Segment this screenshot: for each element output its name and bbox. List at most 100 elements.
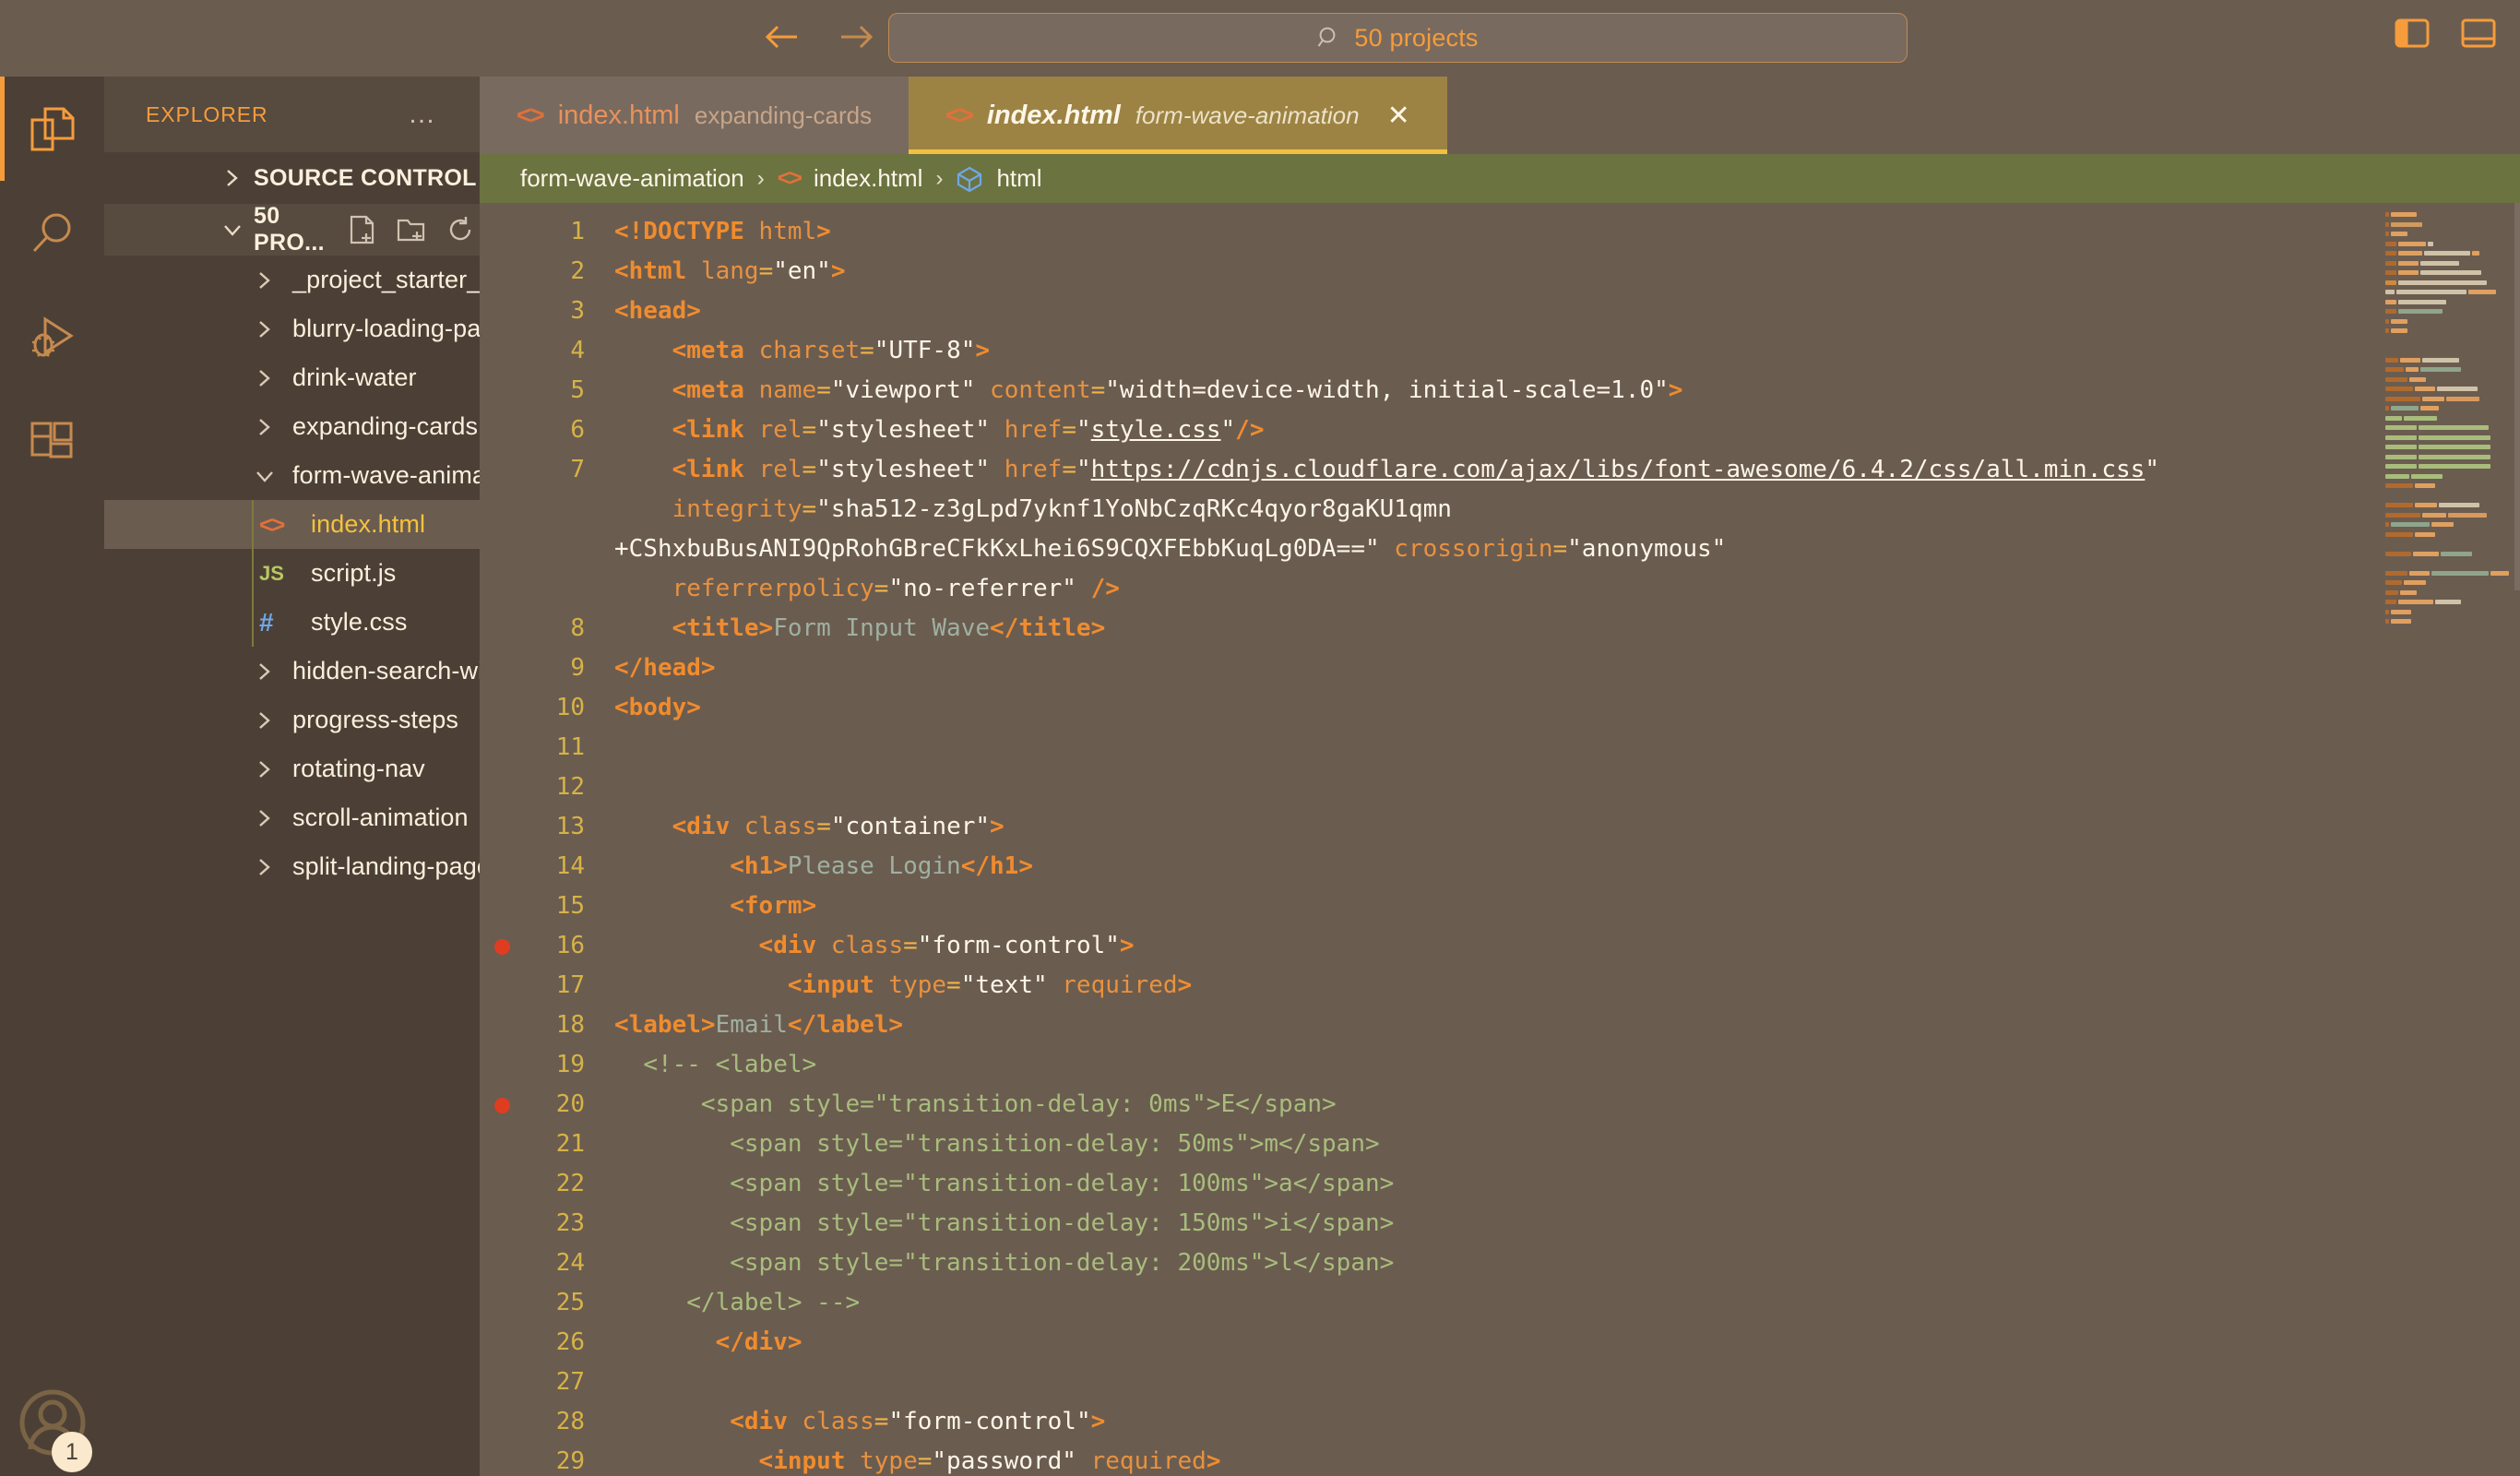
code-line[interactable]: 11 (480, 728, 2520, 768)
code-line[interactable]: 7 <link rel="stylesheet" href="https://c… (480, 450, 2520, 609)
minimap-segment (2420, 270, 2481, 275)
activity-item-run-and-debug[interactable] (0, 285, 104, 389)
activity-item-search[interactable] (0, 181, 104, 285)
breakpoint-marker[interactable] (494, 1098, 510, 1113)
chevron-right-icon (259, 320, 270, 338)
code-line[interactable]: 3 <head> (480, 292, 2520, 331)
editor-scrollbar[interactable] (2514, 203, 2520, 590)
breadcrumb-item-symbol[interactable]: html (996, 164, 1041, 193)
activity-item-explorer[interactable] (0, 77, 104, 181)
code-line[interactable]: 1 <!DOCTYPE html> (480, 212, 2520, 252)
code-line[interactable]: 29 <input type="password" required> (480, 1442, 2520, 1476)
section-source-control[interactable]: SOURCE CONTROL (104, 152, 480, 204)
tree-folder[interactable]: expanding-cards (104, 402, 480, 451)
tree-file[interactable]: # style.css (104, 598, 480, 647)
code-line[interactable]: 13 <div class="container"> (480, 807, 2520, 847)
code-line[interactable]: 4 <meta charset="UTF-8"> (480, 331, 2520, 371)
minimap-segment (2385, 357, 2398, 363)
tab-index-html-form-wave-animation[interactable]: <> index.html form-wave-animation ✕ (909, 77, 1447, 154)
code-line[interactable]: 14 <h1>Please Login</h1> (480, 847, 2520, 887)
code-line[interactable]: 19 <!-- <label> (480, 1045, 2520, 1085)
tree-folder[interactable]: split-landing-page (104, 842, 491, 891)
chevron-right-icon (259, 711, 270, 729)
code-line[interactable]: 28 <div class="form-control"> (480, 1402, 2520, 1442)
code-line[interactable]: 8 <title>Form Input Wave</title> (480, 609, 2520, 649)
code-line[interactable]: 20 <span style="transition-delay: 0ms">E… (480, 1085, 2520, 1125)
tree-folder[interactable]: drink-water (104, 353, 480, 402)
code-line[interactable]: 9 </head> (480, 649, 2520, 688)
code-line[interactable]: 18 <label>Email</label> (480, 1006, 2520, 1045)
code-token-str: "form-control" (917, 932, 1120, 959)
code-line[interactable]: 10 <body> (480, 688, 2520, 728)
code-editor[interactable]: 1 <!DOCTYPE html> 2 <html lang="en"> 3 <head>… (480, 203, 2520, 1476)
minimap-segment (2385, 580, 2402, 585)
code-line[interactable]: 27 (480, 1363, 2520, 1402)
code-line[interactable]: 24 <span style="transition-delay: 200ms"… (480, 1244, 2520, 1283)
code-line[interactable]: 6 <link rel="stylesheet" href="style.css… (480, 411, 2520, 450)
breadcrumb-item-folder[interactable]: form-wave-animation (520, 164, 744, 193)
minimap-line (2380, 530, 2520, 539)
tree-folder[interactable]: rotating-nav (104, 744, 480, 793)
tree-folder[interactable]: form-wave-animation (104, 451, 527, 500)
new-folder-icon[interactable] (397, 215, 426, 244)
code-token-punct: = (917, 1447, 933, 1475)
code-line[interactable]: 12 (480, 768, 2520, 807)
command-center-search[interactable]: 50 projects (888, 13, 1908, 63)
code-line[interactable]: 26 </div> (480, 1323, 2520, 1363)
search-input[interactable]: 50 projects (1354, 24, 1478, 53)
breadcrumb-item-file[interactable]: index.html (814, 164, 923, 193)
code-token-attr: class (743, 813, 817, 840)
code-line[interactable]: 22 <span style="transition-delay: 100ms"… (480, 1164, 2520, 1204)
tree-folder[interactable]: _project_starter_ (104, 256, 481, 304)
code-token-tag: <div (730, 1408, 788, 1435)
code-line[interactable]: 25 </label> --> (480, 1283, 2520, 1323)
activity-item-extensions[interactable] (0, 389, 104, 494)
code-line[interactable]: 16 <div class="form-control"> (480, 926, 2520, 966)
refresh-icon[interactable] (446, 215, 474, 244)
more-actions-icon[interactable]: … (408, 101, 437, 128)
code-line[interactable]: 17 <input type="text" required> (480, 966, 2520, 1006)
tree-folder[interactable]: hidden-search-widget (104, 647, 532, 696)
tab-index-html-expanding-cards[interactable]: <> index.html expanding-cards (480, 77, 909, 154)
code-text: <span style="transition-delay: 0ms">E</s… (601, 1085, 2520, 1125)
code-line[interactable]: 15 <form> (480, 887, 2520, 926)
tree-folder[interactable]: progress-steps (104, 696, 480, 744)
code-token-punct: = (860, 337, 874, 364)
activity-bar: 1 (0, 77, 104, 1476)
code-token-lnk: style.css (1090, 416, 1221, 444)
arrow-right-icon[interactable] (836, 18, 876, 55)
minimap-segment (2385, 551, 2411, 556)
code-token-txt: Please Login (787, 852, 961, 880)
new-file-icon[interactable] (349, 215, 376, 244)
minimap-segment (2385, 522, 2389, 527)
code-line[interactable]: 5 <meta name="viewport" content="width=d… (480, 371, 2520, 411)
tree-folder[interactable]: blurry-loading-page (104, 304, 508, 353)
minimap-segment (2431, 522, 2454, 527)
tree-folder[interactable]: scroll-animation (104, 793, 480, 842)
breakpoint-marker[interactable] (494, 939, 510, 955)
minimap[interactable] (2380, 203, 2520, 1476)
toggle-primary-sidebar-icon[interactable] (2395, 17, 2430, 50)
section-50-projects[interactable]: 50 PRO... (104, 203, 521, 256)
account-button[interactable]: 1 (0, 1376, 104, 1472)
line-number: 19 (555, 1051, 585, 1078)
minimap-segment (2391, 522, 2430, 527)
code-line[interactable]: 23 <span style="transition-delay: 150ms"… (480, 1204, 2520, 1244)
tree-file[interactable]: <> index.html (104, 500, 480, 549)
line-number: 7 (570, 456, 585, 483)
code-line[interactable]: 2 <html lang="en"> (480, 252, 2520, 292)
arrow-left-icon[interactable] (762, 18, 802, 55)
code-token-attr: lang (700, 257, 759, 285)
chevron-down-icon (224, 225, 241, 236)
code-line[interactable]: 21 <span style="transition-delay: 50ms">… (480, 1125, 2520, 1164)
minimap-line (2380, 307, 2520, 315)
toggle-panel-icon[interactable] (2461, 17, 2496, 50)
close-icon[interactable]: ✕ (1387, 100, 1410, 132)
line-number: 13 (555, 813, 585, 840)
tree-file[interactable]: JS script.js (104, 549, 480, 598)
